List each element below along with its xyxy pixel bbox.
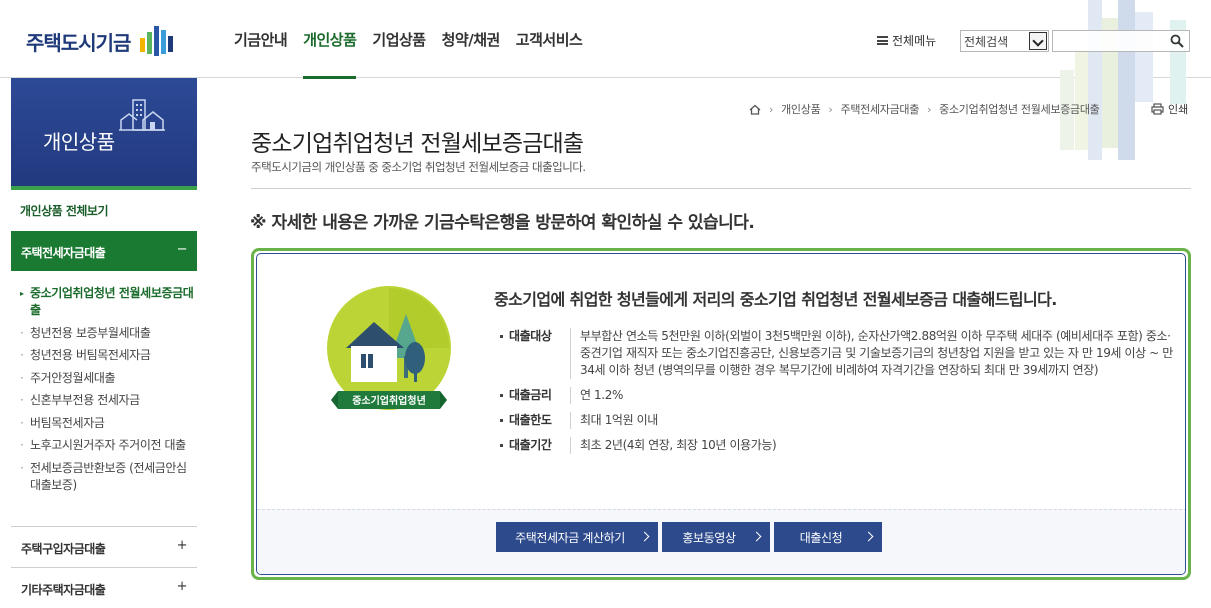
hamburger-icon [877, 36, 888, 45]
promo-video-button[interactable]: 홍보동영상 [662, 522, 770, 552]
loan-apply-button[interactable]: 대출신청 [774, 522, 882, 552]
sidebar-section-label: 주택구입자금대출 [21, 542, 106, 556]
sidebar-section-label: 주택전세자금대출 [21, 246, 106, 260]
search-icon[interactable] [1170, 34, 1184, 48]
logo-text: 주택도시기금 [26, 30, 131, 55]
sidebar-section-jeonse-loan[interactable]: 주택전세자금대출 − [11, 231, 197, 271]
all-menu-button[interactable]: 전체메뉴 [877, 32, 936, 49]
detail-value: 최초 2년(4회 연장, 최장 10년 이용가능) [570, 437, 777, 454]
detail-key: 대출기간 [497, 437, 570, 454]
sidebar-item-newlywed-jeonse[interactable]: 신혼부부전용 전세자금 [20, 392, 197, 409]
sidebar-item-gosiwon-relocation[interactable]: 노후고시원거주자 주거이전 대출 [20, 437, 197, 454]
button-label: 대출신청 [799, 530, 843, 545]
search-scope-select[interactable]: 전체검색 [960, 30, 1049, 52]
sidebar-section-purchase-loan[interactable]: 주택구입자금대출 + [11, 527, 197, 567]
product-details: 대출대상 부부합산 연소득 5천만원 이하(외벌이 3천5백만원 이하), 순자… [497, 328, 1177, 454]
product-headline: 중소기업에 취업한 청년들에게 저리의 중소기업 취업청년 전월세보증금 대출해… [494, 290, 1057, 309]
sidebar-item-sme-youth-loan[interactable]: 중소기업취업청년 전월세보증금대출 [20, 285, 197, 319]
sidebar-header: 개인상품 [11, 78, 197, 190]
detail-value: 부부합산 연소득 5천만원 이하(외벌이 3천5백만원 이하), 순자산가액2.… [570, 328, 1177, 379]
print-button[interactable]: 인쇄 [1151, 101, 1188, 117]
nav-business-products[interactable]: 기업상품 [372, 0, 426, 78]
sidebar-title: 개인상품 [43, 130, 115, 154]
detail-value: 연 1.2% [570, 387, 623, 404]
detail-value: 최대 1억원 이내 [570, 412, 658, 429]
detail-row: 대출기간 최초 2년(4회 연장, 최장 10년 이용가능) [497, 437, 1177, 454]
action-buttons: 주택전세자금 계산하기 홍보동영상 대출신청 [496, 522, 886, 552]
detail-key: 대출한도 [497, 412, 570, 429]
nav-personal-products[interactable]: 개인상품 [303, 0, 357, 79]
product-info-box: 중소기업취업청년 중소기업에 취업한 청년들에게 저리의 중소기업 취업청년 전… [251, 248, 1191, 580]
sidebar-all-products-link[interactable]: 개인상품 전체보기 [20, 202, 109, 219]
search-scope-value: 전체검색 [964, 35, 1009, 49]
expand-icon[interactable]: + [177, 579, 188, 594]
chevron-down-icon [1029, 32, 1047, 50]
button-label: 홍보동영상 [682, 530, 736, 545]
sidebar-item-youth-beotimmok[interactable]: 청년전용 버팀목전세자금 [20, 347, 197, 364]
expand-icon[interactable]: + [177, 538, 188, 553]
page-description: 주택도시기금의 개인상품 중 중소기업 취업청년 전월세보증금 대출입니다. [251, 160, 586, 174]
home-icon[interactable] [749, 104, 761, 115]
house-badge-icon: 중소기업취업청년 [327, 286, 451, 410]
button-label: 주택전세자금 계산하기 [515, 530, 625, 545]
header-decoration [1060, 0, 1186, 160]
breadcrumb-separator: › [828, 102, 833, 116]
breadcrumb-separator: › [927, 102, 932, 116]
badge-label: 중소기업취업청년 [352, 394, 426, 407]
detail-row: 대출금리 연 1.2% [497, 387, 1177, 404]
breadcrumb-item[interactable]: 개인상품 [781, 101, 821, 117]
notice-text: ※ 자세한 내용은 가까운 기금수탁은행을 방문하여 확인하실 수 있습니다. [250, 213, 755, 233]
chevron-right-icon [751, 531, 762, 542]
jeonse-calculator-button[interactable]: 주택전세자금 계산하기 [496, 522, 658, 552]
sidebar-item-housing-stability-rent[interactable]: 주거안정월세대출 [20, 370, 197, 387]
logo-mark-icon [140, 26, 174, 56]
collapse-icon[interactable]: − [177, 242, 188, 257]
breadcrumb-separator: › [769, 102, 774, 116]
breadcrumb: › 개인상품 › 주택전세자금대출 › 중소기업취업청년 전월세보증금대출 [749, 101, 1100, 117]
site-header: 주택도시기금 기금안내 개인상품 기업상품 청약/채권 고객서비스 전체메뉴 전… [0, 0, 1211, 160]
sidebar-section-other-loan[interactable]: 기타주택자금대출 + [11, 568, 197, 608]
title-divider [251, 188, 1191, 189]
chevron-right-icon [639, 531, 650, 542]
sidebar-item-beotimmok-jeonse[interactable]: 버팀목전세자금 [20, 415, 197, 432]
printer-icon [1151, 103, 1164, 115]
detail-key: 대출금리 [497, 387, 570, 404]
main-navigation: 기금안내 개인상품 기업상품 청약/채권 고객서비스 [234, 0, 598, 79]
breadcrumb-item[interactable]: 주택전세자금대출 [841, 101, 920, 117]
sidebar-item-deposit-return-guarantee[interactable]: 전세보증금반환보증 (전세금안심대출보증) [20, 460, 197, 494]
search-input[interactable] [1052, 30, 1190, 52]
sidebar-submenu: 중소기업취업청년 전월세보증금대출 청년전용 보증부월세대출 청년전용 버팀목전… [20, 285, 197, 499]
all-menu-label: 전체메뉴 [892, 34, 937, 48]
nav-customer-service[interactable]: 고객서비스 [516, 0, 583, 78]
detail-row: 대출한도 최대 1억원 이내 [497, 412, 1177, 429]
product-info-inner: 중소기업취업청년 중소기업에 취업한 청년들에게 저리의 중소기업 취업청년 전… [256, 253, 1186, 575]
page-title: 중소기업취업청년 전월세보증금대출 [251, 131, 584, 157]
detail-row: 대출대상 부부합산 연소득 5천만원 이하(외벌이 3천5백만원 이하), 순자… [497, 328, 1177, 379]
buildings-icon [119, 99, 165, 131]
detail-key: 대출대상 [497, 328, 570, 379]
nav-fund-info[interactable]: 기금안내 [234, 0, 288, 78]
breadcrumb-current: 중소기업취업청년 전월세보증금대출 [939, 103, 1100, 116]
sidebar-item-youth-monthly-rent[interactable]: 청년전용 보증부월세대출 [20, 325, 197, 342]
chevron-right-icon [863, 531, 874, 542]
sidebar-section-label: 기타주택자금대출 [21, 583, 106, 597]
site-logo[interactable]: 주택도시기금 [26, 24, 178, 58]
print-label: 인쇄 [1168, 103, 1189, 116]
nav-subscription-bonds[interactable]: 청약/채권 [442, 0, 501, 78]
